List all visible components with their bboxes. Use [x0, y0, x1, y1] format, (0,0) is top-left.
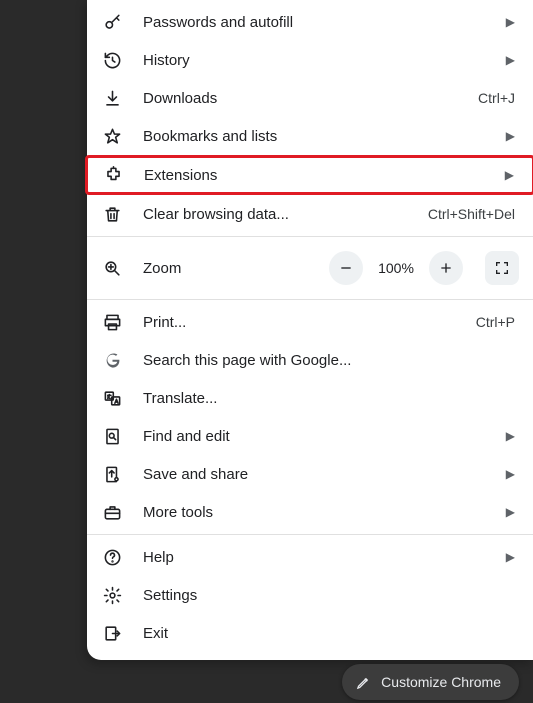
menu-item-label: Exit — [143, 625, 515, 642]
help-icon — [101, 546, 123, 568]
zoom-in-button[interactable] — [429, 251, 463, 285]
pencil-icon — [356, 675, 371, 690]
download-icon — [101, 87, 123, 109]
zoom-label: Zoom — [143, 260, 329, 277]
chevron-right-icon: ▶ — [505, 168, 514, 182]
menu-item-passwords-and-autofill[interactable]: Passwords and autofill ▶ — [87, 3, 533, 41]
menu-item-print[interactable]: Print...Ctrl+P — [87, 303, 533, 341]
google-icon — [101, 349, 123, 371]
fullscreen-button[interactable] — [485, 251, 519, 285]
chevron-right-icon: ▶ — [506, 129, 515, 143]
customize-chrome-label: Customize Chrome — [381, 674, 501, 690]
menu-item-save-and-share[interactable]: Save and share ▶ — [87, 455, 533, 493]
chevron-right-icon: ▶ — [506, 15, 515, 29]
menu-item-downloads[interactable]: DownloadsCtrl+J — [87, 79, 533, 117]
menu-item-label: Bookmarks and lists — [143, 128, 496, 145]
menu-item-help[interactable]: Help ▶ — [87, 538, 533, 576]
share-icon — [101, 463, 123, 485]
menu-item-label: Find and edit — [143, 428, 496, 445]
chevron-right-icon: ▶ — [506, 53, 515, 67]
menu-item-label: More tools — [143, 504, 496, 521]
chevron-right-icon: ▶ — [506, 550, 515, 564]
key-icon — [101, 11, 123, 33]
chevron-right-icon: ▶ — [506, 505, 515, 519]
menu-item-shortcut: Ctrl+P — [476, 314, 515, 330]
chevron-right-icon: ▶ — [506, 429, 515, 443]
menu-item-exit[interactable]: Exit — [87, 614, 533, 652]
menu-item-label: Save and share — [143, 466, 496, 483]
menu-item-more-tools[interactable]: More tools ▶ — [87, 493, 533, 531]
menu-item-label: Passwords and autofill — [143, 14, 496, 31]
history-icon — [101, 49, 123, 71]
menu-item-label: Extensions — [144, 167, 495, 184]
translate-icon — [101, 387, 123, 409]
menu-item-label: Print... — [143, 314, 476, 331]
menu-item-label: Search this page with Google... — [143, 352, 515, 369]
find-icon — [101, 425, 123, 447]
menu-item-bookmarks-and-lists[interactable]: Bookmarks and lists ▶ — [87, 117, 533, 155]
menu-item-settings[interactable]: Settings — [87, 576, 533, 614]
menu-item-shortcut: Ctrl+J — [478, 90, 515, 106]
menu-item-label: Translate... — [143, 390, 515, 407]
menu-item-shortcut: Ctrl+Shift+Del — [428, 206, 515, 222]
trash-icon — [101, 203, 123, 225]
highlight-box: Extensions ▶ — [85, 155, 533, 195]
extension-icon — [102, 164, 124, 186]
star-icon — [101, 125, 123, 147]
settings-icon — [101, 584, 123, 606]
menu-item-label: Downloads — [143, 90, 478, 107]
menu-item-zoom: Zoom 100% — [87, 240, 533, 296]
menu-item-translate[interactable]: Translate... — [87, 379, 533, 417]
zoom-value: 100% — [373, 260, 419, 276]
menu-item-history[interactable]: History ▶ — [87, 41, 533, 79]
zoom-out-button[interactable] — [329, 251, 363, 285]
print-icon — [101, 311, 123, 333]
customize-chrome-button[interactable]: Customize Chrome — [342, 664, 519, 700]
exit-icon — [101, 622, 123, 644]
toolbox-icon — [101, 501, 123, 523]
menu-item-search-this-page-with-google[interactable]: Search this page with Google... — [87, 341, 533, 379]
menu-item-label: Clear browsing data... — [143, 206, 428, 223]
zoom-icon — [101, 257, 123, 279]
menu-item-extensions[interactable]: Extensions ▶ — [88, 158, 532, 192]
menu-item-label: History — [143, 52, 496, 69]
chrome-main-menu: Passwords and autofill ▶ History ▶ Downloads… — [87, 0, 533, 660]
menu-item-label: Settings — [143, 587, 515, 604]
menu-item-find-and-edit[interactable]: Find and edit ▶ — [87, 417, 533, 455]
menu-item-label: Help — [143, 549, 496, 566]
menu-item-clear-browsing-data[interactable]: Clear browsing data...Ctrl+Shift+Del — [87, 195, 533, 233]
chevron-right-icon: ▶ — [506, 467, 515, 481]
